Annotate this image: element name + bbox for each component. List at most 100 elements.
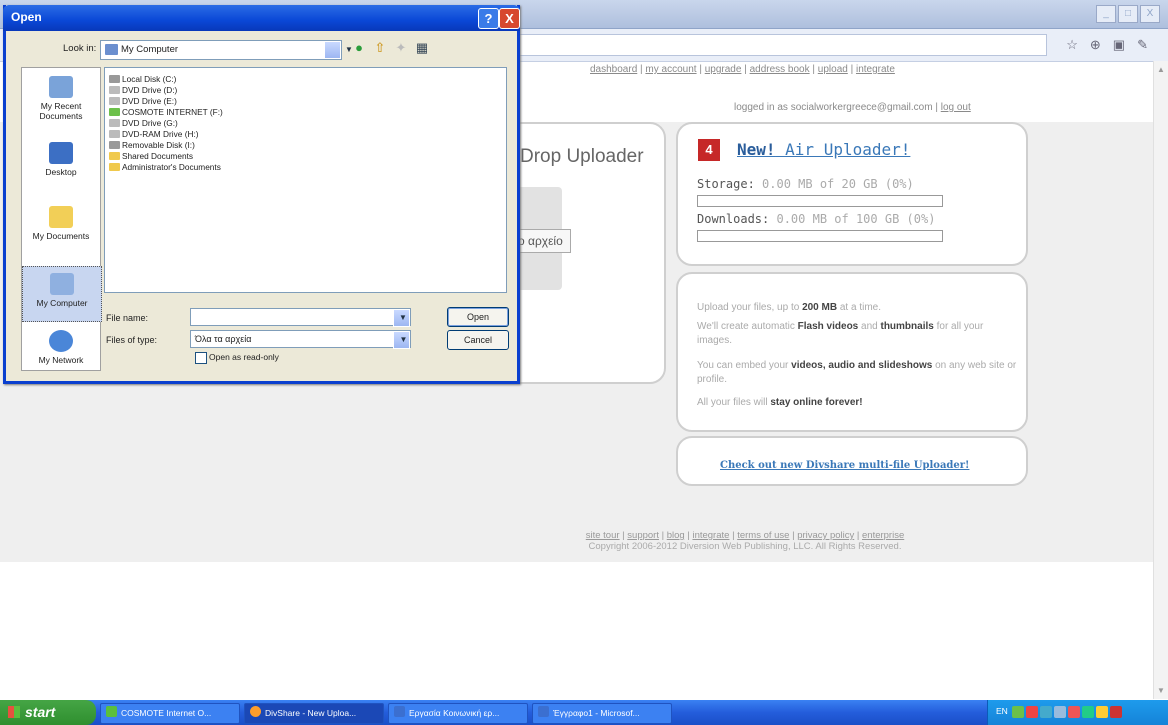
up-folder-icon[interactable]: ⇧: [373, 41, 387, 55]
minimize-button[interactable]: _: [1096, 5, 1116, 23]
footer-enterprise[interactable]: enterprise: [862, 530, 904, 541]
link-address-book[interactable]: address book: [750, 64, 810, 75]
list-item[interactable]: Removable Disk (I:): [109, 140, 195, 150]
toolbar-icons: ☆ ⊕ ▣ ✎: [1066, 37, 1148, 53]
new-folder-icon[interactable]: ✦: [394, 41, 408, 55]
list-item[interactable]: DVD-RAM Drive (H:): [109, 129, 199, 139]
volume-icon[interactable]: [1054, 706, 1066, 718]
file-list[interactable]: Local Disk (C:) DVD Drive (D:) DVD Drive…: [104, 67, 507, 293]
dvd-icon: [109, 97, 120, 105]
footer-terms[interactable]: terms of use: [737, 530, 789, 541]
link-dashboard[interactable]: dashboard: [590, 64, 637, 75]
list-item[interactable]: DVD Drive (E:): [109, 96, 177, 106]
place-my-network[interactable]: My Network: [22, 330, 100, 365]
page-scrollbar[interactable]: ▲ ▼: [1153, 61, 1168, 699]
file-type-select[interactable]: Όλα τα αρχεία ▼: [190, 330, 411, 349]
choose-file-button[interactable]: ο αρχείο: [515, 229, 571, 253]
close-window-button[interactable]: X: [1140, 5, 1160, 23]
link-upload[interactable]: upload: [818, 64, 848, 75]
look-in-select[interactable]: My Computer ▼: [100, 40, 353, 60]
help-button[interactable]: ?: [478, 8, 499, 29]
back-icon[interactable]: ●: [352, 41, 366, 55]
modem-icon: [109, 108, 120, 116]
multi-file-uploader-link[interactable]: Check out new Divshare multi-file Upload…: [720, 460, 969, 471]
read-only-checkbox[interactable]: [195, 352, 207, 364]
logout-link[interactable]: log out: [941, 102, 971, 113]
chevron-down-icon[interactable]: ▼: [324, 41, 353, 59]
open-button[interactable]: Open: [447, 307, 509, 327]
my-computer-icon: [50, 273, 74, 295]
link-upgrade[interactable]: upgrade: [705, 64, 742, 75]
chevron-down-icon[interactable]: ▼: [393, 331, 410, 349]
footer-privacy[interactable]: privacy policy: [797, 530, 854, 541]
chevron-down-icon[interactable]: ▼: [393, 309, 410, 327]
language-indicator[interactable]: EN: [996, 706, 1008, 716]
info-line-forever: All your files will stay online forever!: [697, 397, 863, 408]
cancel-button[interactable]: Cancel: [447, 330, 509, 350]
place-desktop[interactable]: Desktop: [22, 142, 100, 177]
antivirus-icon[interactable]: [1026, 706, 1038, 718]
place-my-documents[interactable]: My Documents: [22, 206, 100, 241]
info-line-upload: Upload your files, up to 200 MB at a tim…: [697, 302, 881, 313]
alert-icon[interactable]: [1110, 706, 1122, 718]
window-buttons: _ □ X: [1096, 5, 1160, 23]
read-only-label: Open as read-only: [209, 352, 279, 362]
battery-icon[interactable]: [1096, 706, 1108, 718]
maximize-button[interactable]: □: [1118, 5, 1138, 23]
recent-documents-icon: [49, 76, 73, 98]
file-name-label: File name:: [106, 313, 149, 323]
footer-blog[interactable]: blog: [667, 530, 685, 541]
shield-icon[interactable]: [1082, 706, 1094, 718]
feed-icon[interactable]: ⊕: [1090, 37, 1101, 53]
footer-support[interactable]: support: [627, 530, 659, 541]
list-item[interactable]: Local Disk (C:): [109, 74, 176, 84]
link-my-account[interactable]: my account: [645, 64, 696, 75]
network-icon[interactable]: [1012, 706, 1024, 718]
list-item[interactable]: COSMOTE INTERNET (F:): [109, 107, 223, 117]
start-label: start: [25, 704, 56, 720]
computer-icon: [105, 44, 118, 55]
list-item[interactable]: DVD Drive (D:): [109, 85, 177, 95]
footer-integrate[interactable]: integrate: [692, 530, 729, 541]
tools-icon[interactable]: ✎: [1137, 37, 1148, 53]
file-name-field[interactable]: ▼: [190, 308, 411, 327]
open-file-dialog: Open ? X Look in: My Computer ▼ ● ⇧ ✦ ▦ …: [3, 5, 520, 384]
places-bar: My Recent Documents Desktop My Documents…: [21, 67, 102, 371]
taskbar-item-divshare[interactable]: DivShare - New Uploa...: [244, 703, 384, 724]
list-item[interactable]: Shared Documents: [109, 151, 193, 161]
scroll-up-icon[interactable]: ▲: [1157, 65, 1165, 74]
list-item[interactable]: Administrator's Documents: [109, 162, 221, 172]
page-icon[interactable]: ▣: [1113, 37, 1125, 53]
look-in-value: My Computer: [121, 44, 179, 55]
update-icon[interactable]: [1068, 706, 1080, 718]
taskbar: start COSMOTE Internet O... DivShare - N…: [0, 700, 1168, 725]
taskbar-item-cosmote[interactable]: COSMOTE Internet O...: [100, 703, 240, 724]
air-uploader-link[interactable]: New! Air Uploader!: [737, 140, 910, 159]
messenger-icon[interactable]: [1040, 706, 1052, 718]
place-recent-documents[interactable]: My Recent Documents: [22, 76, 100, 121]
top-nav-links: dashboard | my account | upgrade | addre…: [590, 64, 895, 75]
start-button[interactable]: start: [0, 700, 96, 725]
downloads-label: Downloads:: [697, 212, 770, 226]
info-line-embed: You can embed your videos, audio and sli…: [697, 360, 1017, 385]
folder-icon: [109, 152, 120, 160]
my-network-icon: [49, 330, 73, 352]
link-integrate[interactable]: integrate: [856, 64, 895, 75]
dialog-titlebar[interactable]: Open ? X: [3, 5, 520, 31]
taskbar-item-word2[interactable]: Έγγραφο1 - Microsof...: [532, 703, 672, 724]
removable-disk-icon: [109, 141, 120, 149]
taskbar-item-word1[interactable]: Εργασία Κοινωνική ερ...: [388, 703, 528, 724]
view-menu-icon[interactable]: ▦: [415, 41, 429, 55]
adobe-air-icon: 4: [698, 139, 720, 161]
list-item[interactable]: DVD Drive (G:): [109, 118, 178, 128]
scroll-down-icon[interactable]: ▼: [1157, 686, 1165, 695]
look-in-label: Look in:: [63, 43, 97, 54]
footer-site-tour[interactable]: site tour: [586, 530, 620, 541]
desktop-icon: [49, 142, 73, 164]
place-my-computer[interactable]: My Computer: [22, 266, 102, 322]
address-bar[interactable]: [515, 34, 1047, 56]
star-icon[interactable]: ☆: [1066, 37, 1078, 53]
dialog-close-button[interactable]: X: [499, 8, 520, 29]
dvd-icon: [109, 119, 120, 127]
my-documents-icon: [49, 206, 73, 228]
